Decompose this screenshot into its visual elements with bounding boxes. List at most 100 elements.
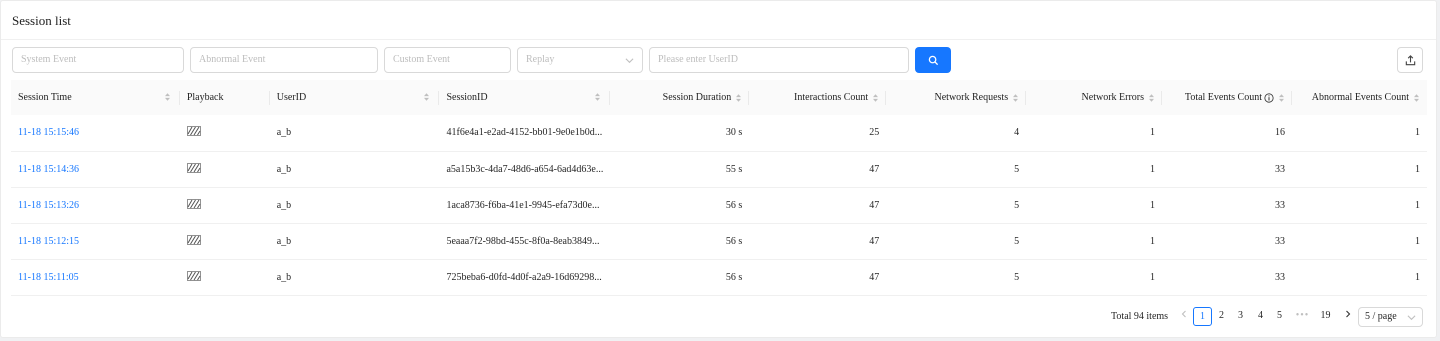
page-1[interactable]: 1	[1193, 307, 1212, 326]
page-3[interactable]: 3	[1231, 307, 1250, 326]
total-events-cell: 33	[1274, 235, 1285, 247]
requests-cell: 4	[1014, 127, 1020, 139]
userid-search-field[interactable]	[649, 47, 909, 73]
chevron-down-icon	[1407, 315, 1416, 321]
col-network-requests[interactable]: Network Requests	[886, 80, 1027, 115]
total-events-cell: 33	[1274, 163, 1285, 175]
session-time-link[interactable]: 11-18 15:14:36	[18, 164, 79, 175]
session-id-cell: 725beba6-d0fd-4d0f-a2a9-16d69298...	[446, 271, 602, 283]
session-list-panel: Session list System Event Abnormal Event…	[0, 0, 1437, 338]
interactions-cell: 47	[869, 163, 880, 175]
col-label: Abnormal Events Count	[1311, 92, 1409, 103]
session-time-link[interactable]: 11-18 15:11:05	[18, 272, 79, 283]
prev-page-button[interactable]	[1174, 307, 1193, 326]
col-label: Playback	[186, 92, 224, 103]
table-header-row: Session Time Playback UserID SessionID S…	[11, 80, 1427, 115]
col-session-duration[interactable]: Session Duration	[610, 80, 750, 115]
sort-icon	[873, 93, 879, 102]
session-time-link[interactable]: 11-18 15:12:15	[18, 236, 79, 247]
col-session-time[interactable]: Session Time	[11, 80, 180, 115]
playback-icon[interactable]	[186, 198, 201, 209]
session-id-cell: 41f6e4a1-e2ad-4152-bb01-9e0e1b0d...	[446, 127, 603, 139]
abnormal-events-cell: 1	[1415, 271, 1420, 283]
user-id-cell: a_b	[276, 199, 292, 211]
interactions-cell: 25	[869, 127, 880, 139]
replay-select[interactable]: Replay	[517, 47, 643, 73]
col-label: Total Events Count	[1184, 92, 1262, 103]
export-icon	[1405, 54, 1415, 65]
user-id-cell: a_b	[276, 127, 292, 139]
sort-icon	[595, 93, 601, 101]
userid-input[interactable]	[658, 48, 900, 71]
sort-icon	[736, 93, 742, 102]
table-row: 11-18 15:12:15 a_b 5eaaa7f2-98bd-455c-8f…	[11, 223, 1427, 259]
table-row: 11-18 15:13:26 a_b 1aca8736-f6ba-41e1-99…	[11, 187, 1427, 223]
abnormal-events-cell: 1	[1415, 199, 1420, 211]
next-page-button[interactable]	[1338, 307, 1357, 326]
duration-cell: 56 s	[725, 199, 743, 211]
page-19[interactable]: 19	[1316, 307, 1335, 326]
chevron-left-icon	[1181, 310, 1186, 318]
table-row: 11-18 15:14:36 a_b a5a15b3c-4da7-48d6-a6…	[11, 151, 1427, 187]
col-label: Session Time	[18, 92, 72, 103]
export-button[interactable]	[1397, 47, 1423, 73]
abnormal-events-cell: 1	[1415, 235, 1420, 247]
playback-icon[interactable]	[186, 270, 201, 281]
session-time-link[interactable]: 11-18 15:15:46	[18, 127, 79, 138]
duration-cell: 56 s	[725, 235, 743, 247]
session-table: Session Time Playback UserID SessionID S…	[11, 80, 1427, 296]
abnormal-events-cell: 1	[1415, 163, 1420, 175]
col-userid[interactable]: UserID	[270, 80, 440, 115]
custom-event-select[interactable]: Custom Event	[384, 47, 511, 73]
abnormal-event-placeholder: Abnormal Event	[199, 54, 266, 65]
page-2[interactable]: 2	[1212, 307, 1231, 326]
system-event-select[interactable]: System Event	[12, 47, 184, 73]
col-label: Interactions Count	[794, 92, 869, 103]
duration-cell: 56 s	[725, 271, 743, 283]
col-sessionid[interactable]: SessionID	[439, 80, 611, 115]
user-id-cell: a_b	[276, 271, 292, 283]
col-network-errors[interactable]: Network Errors	[1026, 80, 1163, 115]
search-button[interactable]	[915, 47, 951, 73]
pagination-total: Total 94 items	[1111, 311, 1169, 322]
col-label: UserID	[276, 92, 307, 103]
col-abnormal-events-count[interactable]: Abnormal Events Count	[1292, 80, 1427, 115]
col-label: Network Requests	[934, 92, 1009, 103]
col-total-events-count[interactable]: Total Events Count	[1162, 80, 1292, 115]
interactions-cell: 47	[869, 199, 880, 211]
col-label: SessionID	[446, 92, 488, 103]
table-row: 11-18 15:11:05 a_b 725beba6-d0fd-4d0f-a2…	[11, 259, 1427, 295]
sort-icon	[1414, 93, 1419, 102]
errors-cell: 1	[1150, 163, 1156, 175]
table-row: 11-18 15:15:46 a_b 41f6e4a1-e2ad-4152-bb…	[11, 115, 1427, 151]
system-event-placeholder: System Event	[21, 54, 77, 65]
duration-cell: 30 s	[725, 127, 743, 139]
page-ellipsis[interactable]: •••	[1293, 307, 1312, 326]
interactions-cell: 47	[869, 271, 880, 283]
playback-icon[interactable]	[186, 126, 201, 137]
total-events-cell: 16	[1274, 127, 1285, 139]
session-time-link[interactable]: 11-18 15:13:26	[18, 200, 79, 211]
abnormal-event-select[interactable]: Abnormal Event	[190, 47, 378, 73]
page-size-select[interactable]: 5 / page	[1358, 307, 1423, 327]
page-size-value: 5 / page	[1365, 311, 1397, 322]
requests-cell: 5	[1014, 163, 1020, 175]
user-id-cell: a_b	[276, 163, 292, 175]
page-4[interactable]: 4	[1251, 307, 1270, 326]
errors-cell: 1	[1150, 271, 1156, 283]
playback-icon[interactable]	[186, 162, 201, 173]
playback-icon[interactable]	[186, 234, 201, 245]
chevron-down-icon	[625, 58, 634, 64]
divider	[1, 39, 1436, 40]
sort-icon	[424, 93, 430, 101]
info-icon[interactable]	[1264, 93, 1274, 103]
page-5[interactable]: 5	[1270, 307, 1289, 326]
abnormal-events-cell: 1	[1415, 127, 1420, 139]
session-id-cell: 1aca8736-f6ba-41e1-9945-efa73d0e...	[446, 199, 600, 211]
custom-event-placeholder: Custom Event	[393, 54, 450, 65]
sort-icon	[1149, 93, 1155, 102]
errors-cell: 1	[1150, 235, 1156, 247]
user-id-cell: a_b	[276, 235, 292, 247]
session-id-cell: a5a15b3c-4da7-48d6-a654-6ad4d63e...	[446, 163, 604, 175]
col-interactions-count[interactable]: Interactions Count	[749, 80, 887, 115]
